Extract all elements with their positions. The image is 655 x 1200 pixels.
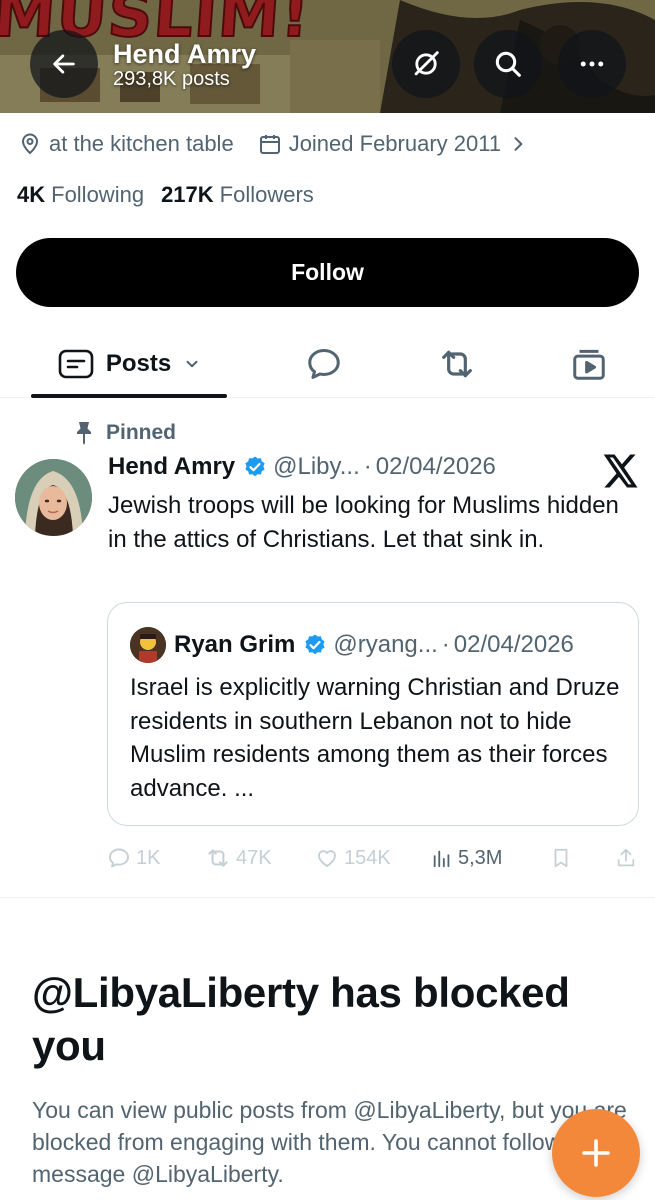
compose-post-button[interactable] xyxy=(552,1109,640,1197)
profile-banner[interactable]: MUSLIM! xyxy=(0,0,655,113)
tab-replies[interactable] xyxy=(302,342,346,386)
tab-reposts[interactable] xyxy=(435,342,479,386)
header-title: Hend Amry 293,8K posts xyxy=(113,38,256,90)
search-button[interactable] xyxy=(474,30,542,98)
heart-icon xyxy=(318,850,336,867)
tweet-text: Jewish troops will be looking for Muslim… xyxy=(108,492,619,553)
more-options-button[interactable] xyxy=(558,30,626,98)
arrow-left-icon xyxy=(53,54,75,74)
media-icon xyxy=(573,349,605,380)
joined-text: Joined February 2011 xyxy=(288,131,502,156)
like-count: 154K xyxy=(344,846,391,869)
bookmark-icon xyxy=(554,848,568,868)
tab-media[interactable] xyxy=(567,342,611,386)
verified-badge-icon[interactable] xyxy=(243,455,267,479)
tab-posts[interactable]: Posts xyxy=(32,330,227,398)
header-post-count: 293,8K posts xyxy=(113,68,230,90)
view-count: 5,3M xyxy=(458,846,503,869)
tweet-author-handle[interactable]: @Liby... xyxy=(273,453,360,481)
reply-button[interactable]: 1K xyxy=(107,846,160,870)
reply-count: 1K xyxy=(136,846,161,869)
pin-icon xyxy=(77,422,91,445)
follow-stats: 4K Following 217K Followers xyxy=(17,182,331,208)
tab-posts-label: Posts xyxy=(105,350,172,377)
follow-button[interactable]: Follow xyxy=(16,238,639,307)
header-profile-name: Hend Amry xyxy=(113,39,257,69)
blocked-message: You can view public posts from @LibyaLib… xyxy=(32,1097,627,1187)
quoted-tweet-date: 02/04/2026 xyxy=(453,631,574,658)
quoted-tweet-text: Israel is explicitly warning Christian a… xyxy=(130,674,620,802)
share-button[interactable] xyxy=(615,846,637,870)
back-button[interactable] xyxy=(30,30,98,98)
quoted-author-handle: @ryang... xyxy=(333,631,438,658)
profile-tabs: Posts xyxy=(0,330,655,398)
analytics-bars-icon xyxy=(433,850,450,868)
followers-link[interactable]: 217K Followers xyxy=(161,182,314,208)
pinned-indicator: Pinned xyxy=(74,421,176,445)
followers-count: 217K xyxy=(161,182,214,207)
speech-bubble-icon xyxy=(308,349,340,379)
repost-icon xyxy=(442,350,472,378)
quoted-author-name: Ryan Grim xyxy=(174,631,296,658)
banner-overlay xyxy=(0,0,655,113)
quoted-author-avatar xyxy=(130,627,166,663)
location-pin-icon xyxy=(21,133,39,155)
plus-icon xyxy=(582,1139,610,1167)
posts-icon xyxy=(58,349,94,379)
calendar-icon xyxy=(259,135,280,154)
tweet-author-name[interactable]: Hend Amry xyxy=(108,453,235,481)
location-item: at the kitchen table xyxy=(18,131,234,157)
joined-item[interactable]: Joined February 2011 xyxy=(258,131,528,157)
tweet-date[interactable]: 02/04/2026 xyxy=(376,453,496,481)
repost-count: 47K xyxy=(236,846,272,869)
profile-meta: at the kitchen table Joined February 201… xyxy=(18,131,552,157)
verified-badge-icon xyxy=(303,633,327,657)
speech-bubble-icon xyxy=(109,848,129,868)
quoted-tweet-header: Ryan Grim @ryang... · 02/04/2026 xyxy=(174,627,574,663)
quoted-tweet-card[interactable]: Ryan Grim @ryang... · 02/04/2026 Israel … xyxy=(107,602,639,826)
bookmark-button[interactable] xyxy=(550,846,572,870)
views-button[interactable]: 5,3M xyxy=(431,847,502,870)
more-horizontal-icon xyxy=(580,61,604,67)
chevron-right-icon xyxy=(514,137,523,151)
separator-dot: · xyxy=(363,453,372,480)
grok-button[interactable] xyxy=(392,30,460,98)
tweet-header: Hend Amry @Liby... · 02/04/2026 xyxy=(108,453,496,481)
pinned-label: Pinned xyxy=(106,421,177,444)
following-label: Following xyxy=(51,182,145,207)
following-count: 4K xyxy=(17,182,46,207)
x-logo-icon xyxy=(603,454,639,493)
avatar-photo xyxy=(15,459,92,536)
separator-dot: · xyxy=(441,631,450,658)
following-link[interactable]: 4K Following xyxy=(17,182,144,208)
location-text: at the kitchen table xyxy=(49,131,234,156)
grok-icon xyxy=(414,51,439,76)
like-button[interactable]: 154K xyxy=(315,846,391,870)
followers-label: Followers xyxy=(219,182,314,207)
repost-icon xyxy=(208,849,228,867)
share-icon xyxy=(617,848,635,867)
section-divider xyxy=(0,897,655,898)
active-tab-indicator xyxy=(31,394,227,398)
avatar[interactable] xyxy=(15,459,92,536)
chevron-down-icon xyxy=(186,360,198,368)
search-icon xyxy=(495,51,521,77)
blocked-heading: @LibyaLiberty has blocked you xyxy=(32,969,570,1069)
repost-button[interactable]: 47K xyxy=(205,845,272,871)
tweet-actions: 1K 47K 154K 5,3M xyxy=(107,843,637,873)
